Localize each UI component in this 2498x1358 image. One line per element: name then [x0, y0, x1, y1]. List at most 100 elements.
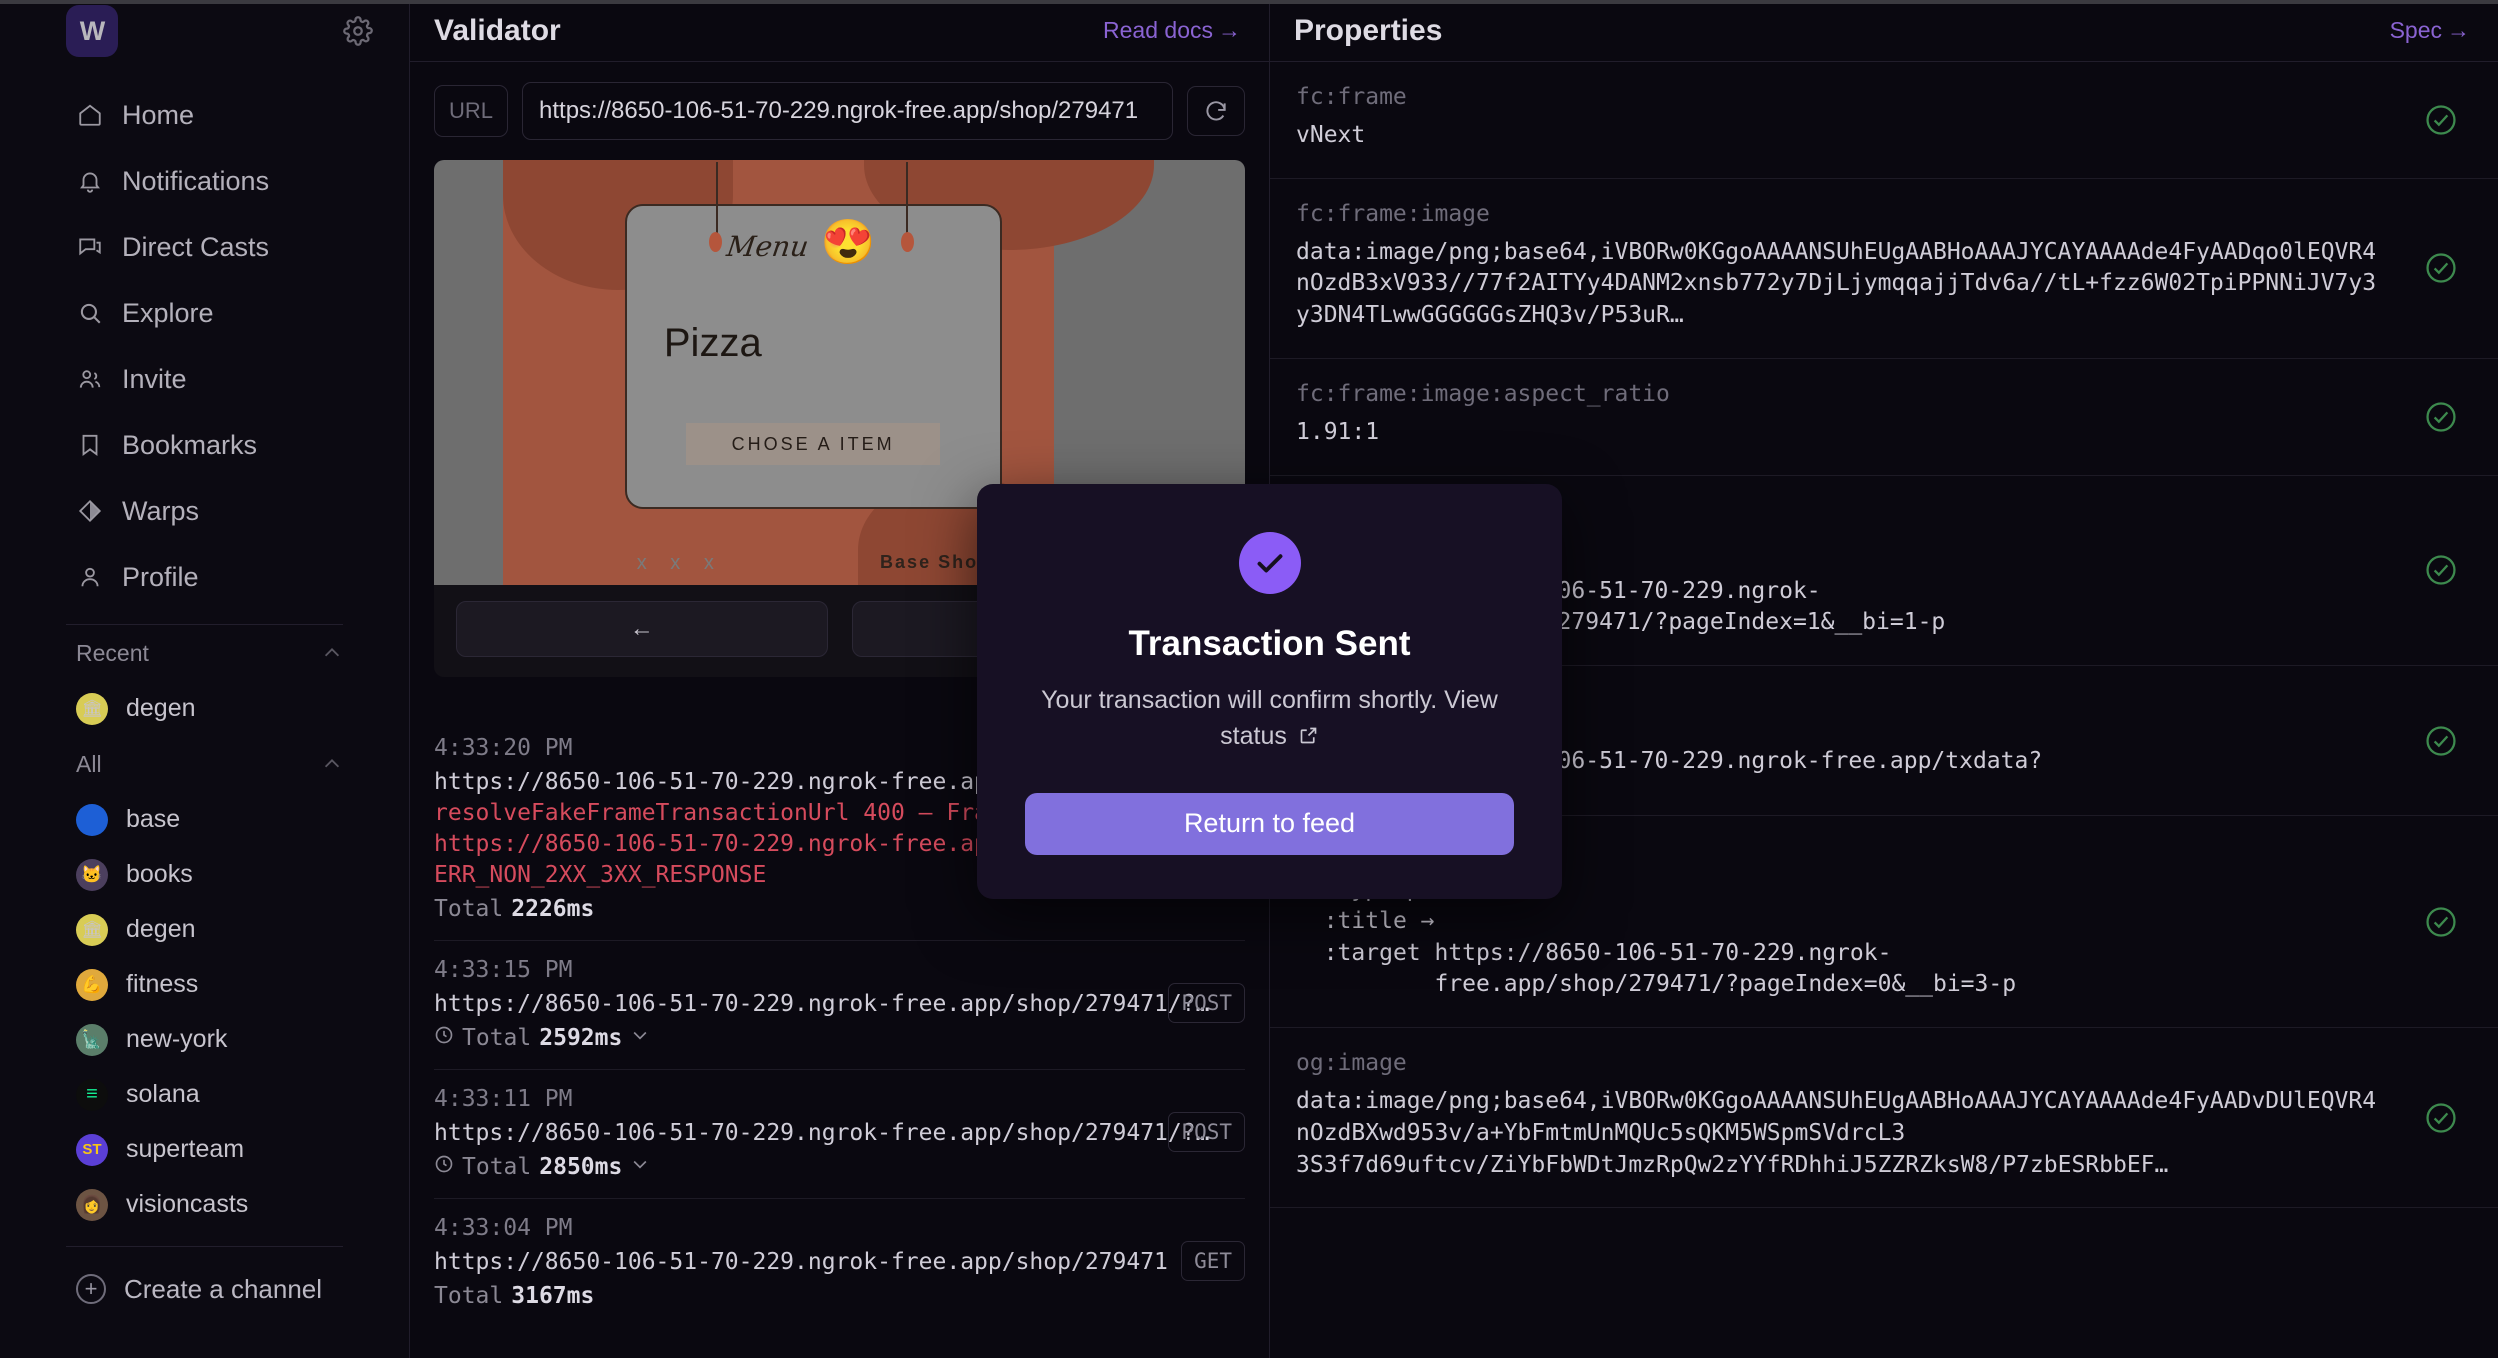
valid-check-icon: [2424, 905, 2458, 939]
modal-title: Transaction Sent: [1128, 624, 1411, 663]
valid-check-icon: [2424, 553, 2458, 587]
log-url: https://8650-106-51-70-229.ngrok-free.ap…: [434, 1120, 1210, 1146]
properties-header: Properties Spec →: [1270, 0, 2498, 62]
list-item[interactable]: ST superteam: [0, 1122, 409, 1177]
avatar: 🏛: [76, 692, 108, 725]
sidebar-nav: Home Notifications Direct Casts Explore …: [0, 82, 409, 610]
sidebar-item-invite[interactable]: Invite: [0, 346, 409, 412]
log-method-badge: POST: [1168, 983, 1245, 1023]
log-total: Total 2592ms: [434, 1025, 1245, 1051]
sidebar-item-label: Bookmarks: [122, 429, 258, 460]
return-to-feed-button[interactable]: Return to feed: [1025, 792, 1514, 855]
sidebar-item-label: Warps: [122, 495, 200, 526]
log-row[interactable]: 4:33:11 PM https://8650-106-51-70-229.ng…: [434, 1069, 1245, 1198]
read-docs-link[interactable]: Read docs →: [1103, 17, 1241, 44]
modal-body: Your transaction will confirm shortly. V…: [1025, 682, 1514, 757]
log-time: 4:33:11 PM: [434, 1086, 573, 1112]
avatar: [76, 803, 108, 836]
spec-link[interactable]: Spec →: [2390, 17, 2470, 44]
channel-label: fitness: [126, 970, 199, 998]
heart-eyes-emoji-icon: 😍: [820, 218, 876, 267]
transaction-sent-modal: Transaction Sent Your transaction will c…: [977, 484, 1562, 899]
log-total: Total 2226ms: [434, 896, 1245, 922]
app-logo[interactable]: W: [66, 5, 118, 57]
log-total-value: 2592ms: [539, 1025, 623, 1051]
frame-cta: CHOSE A ITEM: [686, 423, 940, 465]
create-channel-button[interactable]: + Create a channel: [0, 1259, 409, 1319]
sidebar-divider-bottom: [66, 1246, 343, 1247]
channel-label: degen: [126, 915, 196, 943]
bell-icon: [76, 167, 104, 195]
property-key: og:image: [1296, 1050, 1407, 1077]
property-value: vNext: [1296, 122, 1366, 148]
bookmark-icon: [76, 431, 104, 459]
chevron-up-icon[interactable]: [321, 753, 343, 775]
sidebar-item-profile[interactable]: Profile: [0, 544, 409, 610]
plus-icon: +: [76, 1274, 106, 1304]
diamond-icon: [76, 497, 104, 525]
list-item[interactable]: 🗽 new-york: [0, 1012, 409, 1067]
frame-item-title: Pizza: [663, 321, 762, 365]
log-method-badge: GET: [1181, 1241, 1245, 1281]
section-header-recent[interactable]: Recent: [0, 625, 409, 681]
arrow-right-icon: →: [1218, 17, 1241, 43]
refresh-icon[interactable]: [1187, 86, 1245, 136]
channel-label: books: [126, 860, 193, 888]
menu-word: Menu: [724, 230, 811, 263]
external-link-icon[interactable]: [1298, 720, 1319, 756]
chevron-down-icon[interactable]: [630, 1154, 650, 1180]
property-row: fc:frame:image:aspect_ratio 1.91:1: [1270, 359, 2498, 476]
section-header-all[interactable]: All: [0, 736, 409, 792]
property-key: fc:frame:image: [1296, 200, 1490, 227]
sidebar-item-label: Invite: [122, 363, 187, 394]
log-total-value: 3167ms: [511, 1283, 595, 1309]
sidebar-header: W: [0, 0, 409, 62]
property-value: data:image/png;base64,iVBORw0KGgoAAAANSU…: [1296, 238, 2377, 329]
channel-label: visioncasts: [126, 1190, 249, 1218]
sidebar-item-notifications[interactable]: Notifications: [0, 148, 409, 214]
property-value: data:image/png;base64,iVBORw0KGgoAAAANSU…: [1296, 1088, 2377, 1178]
url-label: URL: [434, 85, 509, 137]
list-item[interactable]: 👩 visioncasts: [0, 1177, 409, 1232]
sidebar-item-home[interactable]: Home: [0, 82, 409, 148]
section-title: All: [76, 750, 102, 777]
gear-icon[interactable]: [343, 16, 373, 46]
log-row[interactable]: 4:33:15 PM https://8650-106-51-70-229.ng…: [434, 940, 1245, 1069]
log-row[interactable]: 4:33:04 PM https://8650-106-51-70-229.ng…: [434, 1198, 1245, 1327]
sidebar-item-direct-casts[interactable]: Direct Casts: [0, 214, 409, 280]
sidebar-item-explore[interactable]: Explore: [0, 280, 409, 346]
frame-brand: Base Shop: [880, 552, 992, 572]
list-item[interactable]: ≡ solana: [0, 1067, 409, 1122]
sidebar-item-label: Home: [122, 99, 195, 130]
list-item[interactable]: 🐱 books: [0, 847, 409, 902]
sidebar-item-label: Profile: [122, 561, 199, 592]
avatar: 💪: [76, 968, 108, 1001]
url-input[interactable]: [522, 82, 1173, 140]
frame-button-back[interactable]: ←: [456, 601, 828, 657]
chevron-down-icon[interactable]: [630, 1025, 650, 1051]
property-value: 1.91:1: [1296, 418, 1380, 445]
list-item[interactable]: 🏛 degen: [0, 902, 409, 957]
create-channel-label: Create a channel: [124, 1273, 323, 1304]
log-total-value: 2850ms: [539, 1154, 623, 1180]
home-icon: [76, 101, 104, 129]
list-item[interactable]: 🏛 degen: [0, 681, 409, 736]
list-item[interactable]: 💪 fitness: [0, 957, 409, 1012]
avatar: 🗽: [76, 1023, 108, 1056]
chevron-up-icon[interactable]: [321, 642, 343, 664]
sidebar-item-bookmarks[interactable]: Bookmarks: [0, 412, 409, 478]
valid-check-icon: [2424, 724, 2458, 758]
sidebar-item-warps[interactable]: Warps: [0, 478, 409, 544]
avatar: ≡: [76, 1078, 108, 1111]
sidebar-item-label: Direct Casts: [122, 231, 270, 262]
properties-title: Properties: [1294, 13, 1443, 47]
validator-header: Validator Read docs →: [410, 0, 1269, 62]
page-title: Validator: [434, 13, 561, 47]
property-row: fc:frame:image data:image/png;base64,iVB…: [1270, 179, 2498, 359]
channel-label: superteam: [126, 1135, 245, 1163]
log-total: Total 3167ms: [434, 1283, 1245, 1309]
app-root: W Home Notifications Direct Casts Explor…: [0, 0, 2498, 1358]
chat-icon: [76, 233, 104, 261]
list-item[interactable]: base: [0, 792, 409, 847]
avatar: 👩: [76, 1188, 108, 1221]
